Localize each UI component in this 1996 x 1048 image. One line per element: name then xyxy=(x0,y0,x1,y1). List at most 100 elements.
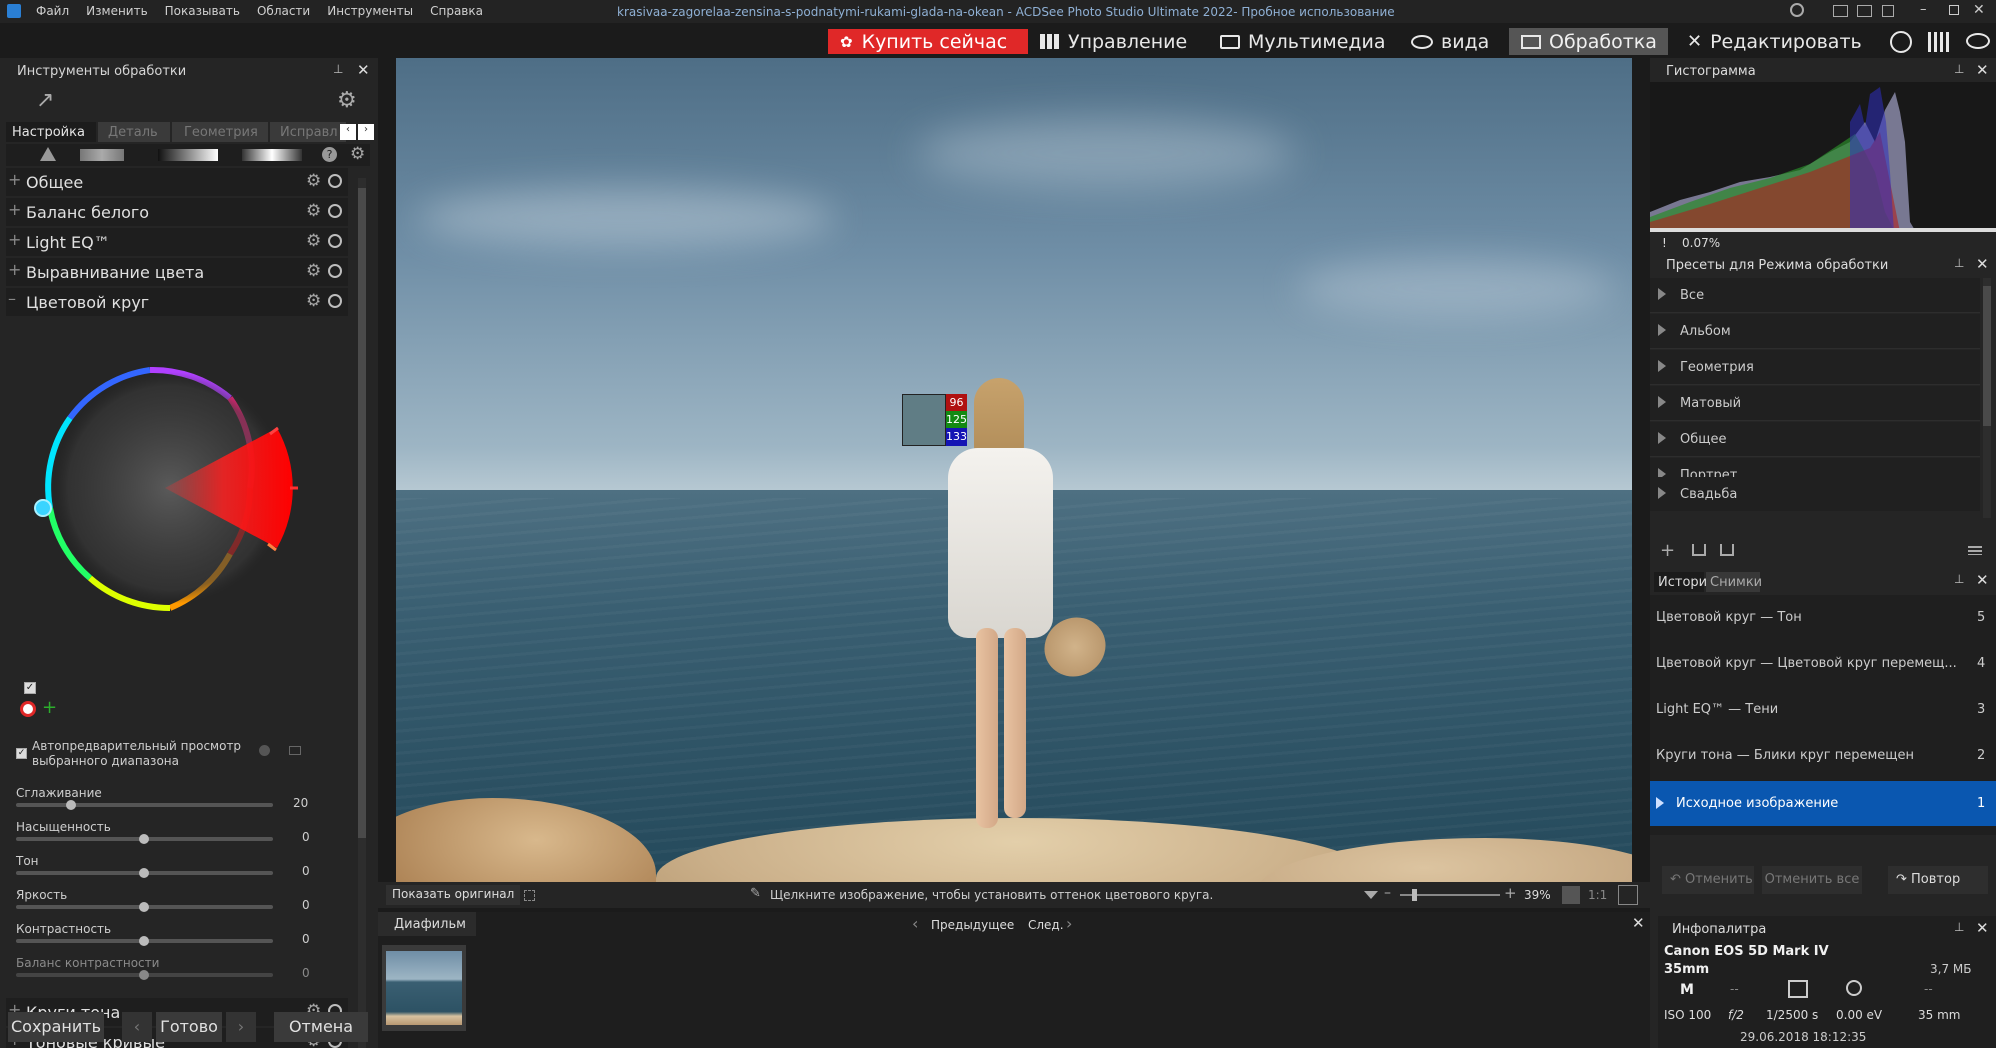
redo-button[interactable]: ↷ Повтор xyxy=(1888,866,1988,894)
buy-now-button[interactable]: ✿ Купить сейчас xyxy=(828,29,1028,54)
slider-value[interactable]: 0 xyxy=(302,864,310,878)
zoom-value[interactable]: 39% xyxy=(1524,888,1551,902)
layout-icon-2[interactable] xyxy=(1857,5,1872,17)
minimize-icon[interactable]: – xyxy=(1920,2,1927,17)
thumbnail[interactable] xyxy=(382,945,466,1031)
restore-icon[interactable] xyxy=(1949,5,1959,15)
tab-repair[interactable]: Исправл xyxy=(270,122,346,142)
fit-icon[interactable] xyxy=(1618,885,1638,905)
menu-edit[interactable]: Изменить xyxy=(86,4,148,18)
slider-track[interactable] xyxy=(16,803,273,807)
gradient-bar-1[interactable] xyxy=(158,149,218,161)
camera-icon[interactable] xyxy=(289,746,301,755)
reset-circle-icon[interactable] xyxy=(328,294,342,308)
eyedropper-target-icon[interactable] xyxy=(20,701,36,717)
history-item[interactable]: Цветовой круг — Цветовой круг перемещ...… xyxy=(1650,641,1996,686)
menu-areas[interactable]: Области xyxy=(257,4,310,18)
close-panel-icon[interactable]: ✕ xyxy=(357,61,370,79)
layout-icon-1[interactable] xyxy=(1833,5,1848,17)
settings-small-icon[interactable]: ⚙ xyxy=(350,146,365,163)
add-green-icon[interactable]: + xyxy=(42,697,57,718)
globe-icon[interactable] xyxy=(1890,31,1912,53)
close-presets-icon[interactable]: ✕ xyxy=(1976,255,1989,273)
history-item-selected[interactable]: Исходное изображение 1 xyxy=(1650,781,1996,826)
next-icon[interactable]: › xyxy=(1066,914,1072,933)
zoom-menu-button[interactable] xyxy=(1562,886,1580,904)
slider-value[interactable]: 0 xyxy=(302,898,310,912)
compare-icon[interactable] xyxy=(80,149,124,161)
close-filmstrip-icon[interactable]: ✕ xyxy=(1632,914,1645,932)
mode-manage-button[interactable]: Управление xyxy=(1040,29,1187,54)
stats-icon[interactable] xyxy=(1928,32,1950,52)
history-item[interactable]: Цветовой круг — Тон 5 xyxy=(1650,595,1996,640)
cancel-button[interactable]: Отмена xyxy=(274,1012,368,1042)
help-icon[interactable]: ? xyxy=(322,147,337,162)
slider-thumb[interactable] xyxy=(139,902,149,912)
history-item[interactable]: Light EQ™ — Тени 3 xyxy=(1650,687,1996,732)
group-color-equalizer[interactable]: + Выравнивание цвета ⚙ xyxy=(6,258,348,286)
reset-circle-icon[interactable] xyxy=(328,234,342,248)
ratio-label[interactable]: 1:1 xyxy=(1588,888,1607,902)
preset-item[interactable]: Общее xyxy=(1650,422,1980,457)
presets-scrollbar[interactable] xyxy=(1983,278,1991,518)
done-button[interactable]: Готово xyxy=(156,1012,222,1042)
close-history-icon[interactable]: ✕ xyxy=(1976,571,1989,589)
tab-detail[interactable]: Деталь xyxy=(98,122,170,142)
gear-icon[interactable]: ⚙ xyxy=(306,203,321,220)
mode-develop-button[interactable]: Обработка xyxy=(1509,28,1668,55)
reset-circle-icon[interactable] xyxy=(328,204,342,218)
slider-value[interactable]: 20 xyxy=(293,796,308,810)
close-info-icon[interactable]: ✕ xyxy=(1976,919,1989,937)
prev-icon[interactable]: ‹ xyxy=(912,914,918,933)
enable-checkbox[interactable]: ✓ xyxy=(24,682,36,694)
slider-value[interactable]: 0 xyxy=(302,932,310,946)
preset-item[interactable]: Матовый xyxy=(1650,386,1980,421)
close-histogram-icon[interactable]: ✕ xyxy=(1976,61,1989,79)
gear-icon[interactable]: ⚙ xyxy=(306,263,321,280)
history-item[interactable]: Круги тона — Блики круг перемещен 2 xyxy=(1650,733,1996,778)
preset-menu-icon[interactable] xyxy=(1968,546,1982,555)
mode-media-button[interactable]: Мультимедиа xyxy=(1220,29,1386,54)
fullscreen-icon[interactable] xyxy=(524,890,535,901)
close-window-icon[interactable]: ✕ xyxy=(1973,2,1985,18)
tab-geometry[interactable]: Геометрия xyxy=(172,122,268,142)
tab-scroll-left-icon[interactable]: ‹ xyxy=(340,124,356,140)
account-icon[interactable] xyxy=(1790,3,1804,17)
zoom-dropdown-icon[interactable] xyxy=(1364,891,1378,899)
gear-icon[interactable]: ⚙ xyxy=(306,293,321,310)
group-light-eq[interactable]: + Light EQ™ ⚙ xyxy=(6,228,348,256)
preset-import-icon[interactable] xyxy=(1692,544,1706,556)
pin-icon[interactable]: ⊥ xyxy=(1954,256,1964,270)
zoom-plus-icon[interactable]: + xyxy=(1504,884,1517,902)
gear-icon[interactable]: ⚙ xyxy=(306,233,321,250)
zoom-minus-icon[interactable]: – xyxy=(1384,885,1391,901)
preset-add-icon[interactable]: + xyxy=(1660,540,1675,561)
slider-thumb[interactable] xyxy=(139,936,149,946)
hue-picker-handle[interactable] xyxy=(34,499,52,517)
reset-circle-icon[interactable] xyxy=(328,264,342,278)
save-button[interactable]: Сохранить xyxy=(8,1012,104,1042)
mode-edit-button[interactable]: ✕ Редактировать xyxy=(1687,29,1862,54)
group-color-wheel[interactable]: – Цветовой круг ⚙ xyxy=(6,288,348,316)
slider-thumb[interactable] xyxy=(139,970,149,980)
menu-view[interactable]: Показывать xyxy=(165,4,240,18)
scroll-thumb[interactable] xyxy=(1983,286,1991,426)
left-scrollbar[interactable] xyxy=(358,178,366,1048)
preset-export-icon[interactable] xyxy=(1720,544,1734,556)
pin-icon[interactable]: ⊥ xyxy=(333,62,343,76)
tab-adjust[interactable]: Настройка xyxy=(6,122,96,142)
slider-value[interactable]: 0 xyxy=(302,830,310,844)
app-icon[interactable] xyxy=(7,4,21,18)
filmstrip-tab[interactable]: Диафильм xyxy=(378,912,476,936)
preset-item[interactable]: Геометрия xyxy=(1650,350,1980,385)
menu-tools[interactable]: Инструменты xyxy=(327,4,413,18)
zoom-thumb[interactable] xyxy=(1412,889,1417,901)
histogram-warning-icon[interactable]: ! xyxy=(1662,236,1667,250)
slider-value[interactable]: 0 xyxy=(302,966,310,980)
droplet-icon[interactable] xyxy=(259,745,270,756)
pin-icon[interactable]: ⊥ xyxy=(1954,920,1964,934)
show-original-button[interactable]: Показать оригинал xyxy=(386,885,521,905)
tab-scroll-right-icon[interactable]: › xyxy=(358,124,374,140)
next-button[interactable]: След. xyxy=(1028,918,1064,932)
auto-preview-checkbox[interactable]: ✓ xyxy=(16,748,27,759)
